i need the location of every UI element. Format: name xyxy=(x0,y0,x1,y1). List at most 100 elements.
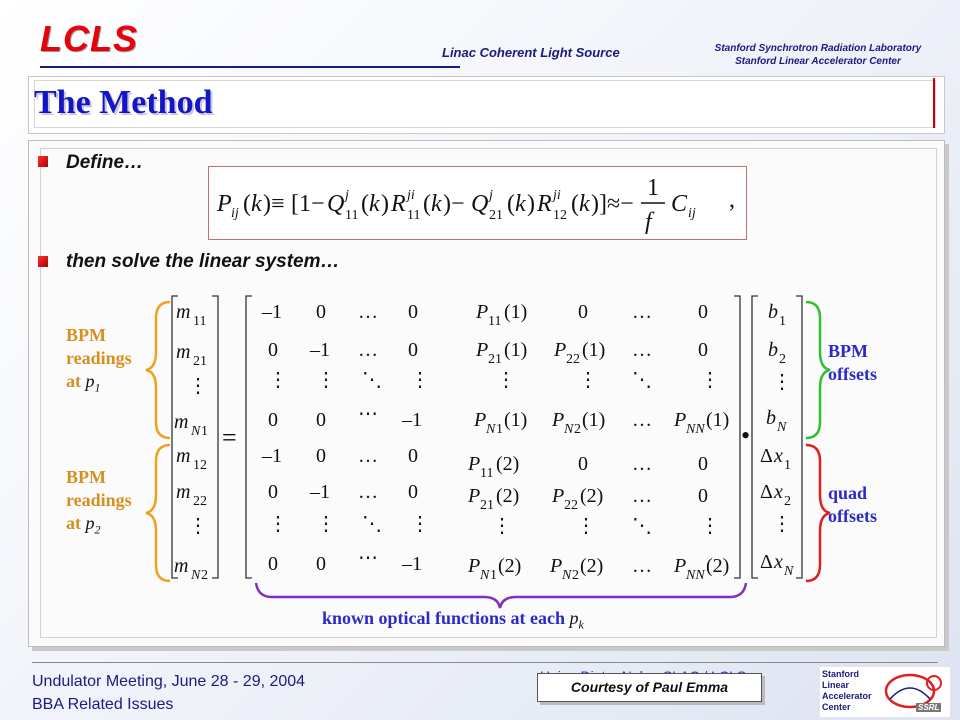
svg-text:11: 11 xyxy=(488,314,501,329)
svg-text:–1: –1 xyxy=(309,339,330,361)
svg-text:N: N xyxy=(561,568,572,583)
svg-text:NN: NN xyxy=(685,422,705,437)
svg-text:P: P xyxy=(475,339,488,361)
a-matrix-identity-block: –1 0… 0 0 –1… 0 ⋮ ⋮ ⋱ ⋮ 0 0 ⋯ –1 –1 0… 0 0 –1… 0 ⋮ ⋮ ⋱ ⋮ … xyxy=(261,301,430,575)
known-text: known optical functions at each xyxy=(322,608,566,628)
svg-text:P: P xyxy=(475,301,488,323)
svg-text:–1: –1 xyxy=(261,445,282,467)
svg-text:0: 0 xyxy=(698,301,708,323)
svg-text:21: 21 xyxy=(193,354,207,369)
brace-left-bottom xyxy=(145,443,171,583)
slac-logo-line: Stanford xyxy=(822,669,859,679)
svg-text:⋮: ⋮ xyxy=(268,513,288,535)
svg-text:1: 1 xyxy=(779,314,786,329)
bracket-m-left xyxy=(171,295,178,579)
svg-text:Δ: Δ xyxy=(760,481,773,503)
svg-text:N: N xyxy=(479,568,490,583)
svg-text:m: m xyxy=(176,301,190,323)
svg-text:1: 1 xyxy=(490,568,497,583)
a-matrix-p-block: P 11 (1) 0… 0 P 21 (1) P 22 (1) … 0 ⋮ ⋮ ⋱ ⋮ P N 1 (1) … xyxy=(467,301,729,583)
known-pk: pk xyxy=(569,608,584,632)
svg-text:P: P xyxy=(673,555,686,577)
svg-text:P: P xyxy=(473,409,486,431)
svg-text:…: … xyxy=(358,301,378,323)
svg-text:⋮: ⋮ xyxy=(700,515,720,537)
svg-text:21: 21 xyxy=(488,352,502,367)
equals-sign: = xyxy=(222,423,237,452)
svg-text:P: P xyxy=(549,555,562,577)
svg-text:b: b xyxy=(768,301,778,323)
svg-text:⋮: ⋮ xyxy=(772,513,792,535)
svg-text:(1): (1) xyxy=(706,409,729,431)
svg-text:⋮: ⋮ xyxy=(576,515,596,537)
svg-text:(1): (1) xyxy=(582,339,605,361)
svg-text:P: P xyxy=(551,409,564,431)
svg-text:1: 1 xyxy=(784,458,791,473)
svg-text:–1: –1 xyxy=(401,409,422,431)
svg-text:N: N xyxy=(563,422,574,437)
svg-text:⋮: ⋮ xyxy=(410,369,430,391)
brace-right-top xyxy=(805,300,831,440)
svg-text:N: N xyxy=(776,420,787,435)
svg-text:0: 0 xyxy=(268,481,278,503)
svg-text:m: m xyxy=(174,411,188,433)
svg-text:⋱: ⋱ xyxy=(362,513,382,535)
svg-text:…: … xyxy=(358,481,378,503)
svg-text:0: 0 xyxy=(316,445,326,467)
svg-text:0: 0 xyxy=(316,553,326,575)
known-optical-functions-label: known optical functions at each pk xyxy=(322,608,584,633)
footer-line2: BBA Related Issues xyxy=(32,696,174,713)
svg-text:1: 1 xyxy=(496,422,503,437)
svg-text:0: 0 xyxy=(408,339,418,361)
svg-text:⋱: ⋱ xyxy=(362,369,382,391)
svg-text:⋮: ⋮ xyxy=(772,371,792,393)
svg-text:2: 2 xyxy=(574,422,581,437)
svg-text:m: m xyxy=(176,341,190,363)
svg-text:P: P xyxy=(553,339,566,361)
svg-text:0: 0 xyxy=(698,485,708,507)
svg-text:…: … xyxy=(632,485,652,507)
svg-text:Δ: Δ xyxy=(760,445,773,467)
svg-text:⋮: ⋮ xyxy=(316,513,336,535)
svg-text:⋯: ⋯ xyxy=(358,403,378,425)
svg-text:N: N xyxy=(190,424,201,439)
svg-text:P: P xyxy=(467,453,480,475)
svg-text:⋱: ⋱ xyxy=(632,369,652,391)
svg-text:⋮: ⋮ xyxy=(316,369,336,391)
svg-text:N: N xyxy=(485,422,496,437)
svg-text:⋮: ⋮ xyxy=(268,369,288,391)
svg-text:Δ: Δ xyxy=(760,551,773,573)
svg-text:N: N xyxy=(190,568,201,583)
svg-text:P: P xyxy=(673,409,686,431)
svg-text:(2): (2) xyxy=(496,453,519,475)
footer-meeting: Undulator Meeting, June 28 - 29, 2004 BB… xyxy=(32,670,305,716)
svg-text:0: 0 xyxy=(268,553,278,575)
slac-logo-line: Center xyxy=(822,702,851,712)
svg-text:⋮: ⋮ xyxy=(700,369,720,391)
svg-text:0: 0 xyxy=(698,453,708,475)
svg-text:(2): (2) xyxy=(706,555,729,577)
bracket-a-left xyxy=(245,295,252,579)
svg-text:2: 2 xyxy=(201,568,208,583)
slac-logo-text: Stanford Linear Accelerator Center xyxy=(822,669,872,713)
svg-text:(1): (1) xyxy=(504,301,527,323)
svg-text:(1): (1) xyxy=(504,339,527,361)
svg-text:0: 0 xyxy=(578,453,588,475)
svg-text:m: m xyxy=(176,445,190,467)
svg-text:22: 22 xyxy=(564,498,578,513)
svg-text:0: 0 xyxy=(268,339,278,361)
svg-text:12: 12 xyxy=(193,458,207,473)
svg-text:b: b xyxy=(768,339,778,361)
svg-text:2: 2 xyxy=(784,494,791,509)
bracket-a-right xyxy=(734,295,741,579)
bracket-x-right xyxy=(796,295,803,579)
svg-text:⋮: ⋮ xyxy=(578,369,598,391)
svg-text:(1): (1) xyxy=(504,409,527,431)
multiply-dot: • xyxy=(741,421,750,450)
svg-text:11: 11 xyxy=(480,466,493,481)
svg-text:⋮: ⋮ xyxy=(188,375,208,397)
svg-text:…: … xyxy=(632,339,652,361)
svg-text:0: 0 xyxy=(408,301,418,323)
svg-text:…: … xyxy=(358,339,378,361)
brace-left-top xyxy=(145,300,171,440)
